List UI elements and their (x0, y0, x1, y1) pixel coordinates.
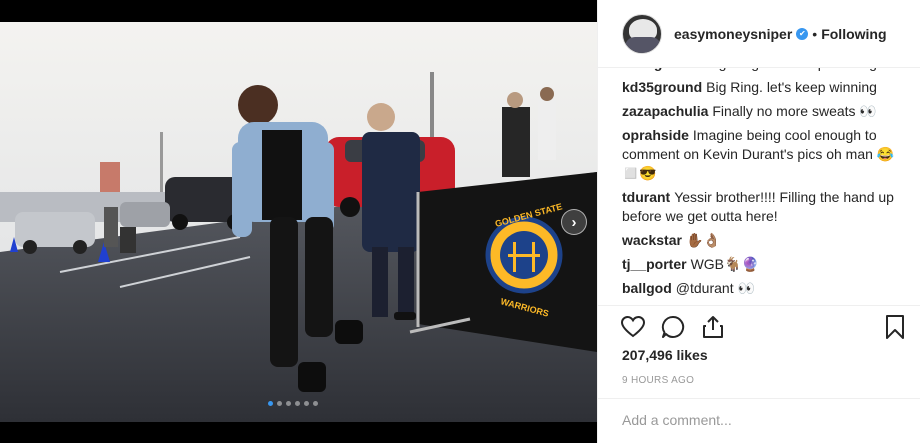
comment-item: wackstar ✋🏾👌🏽 (622, 231, 902, 250)
comment-item: kd35ground Big Ring. let's keep winning (622, 68, 902, 73)
comment-item: tdurant Yessir brother!!!! Filling the ha… (622, 188, 902, 226)
add-comment-input[interactable]: Add a comment... (598, 398, 920, 443)
comment-username[interactable]: oprahside (622, 127, 689, 143)
carousel-dot (304, 401, 309, 406)
bookmark-icon (886, 315, 904, 339)
heart-icon (621, 316, 645, 338)
following-button[interactable]: Following (821, 26, 886, 42)
separator-dot: • (812, 25, 818, 42)
comment-username[interactable]: kd35ground (622, 79, 702, 95)
author-username[interactable]: easymoneysniper (674, 26, 792, 42)
comment-text: @tdurant 👀 (675, 280, 755, 296)
likes-count[interactable]: 207,496 likes (622, 347, 708, 363)
verified-badge-icon: ✔ (796, 27, 809, 40)
actions-bar: 207,496 likes 9 HOURS AGO (598, 305, 920, 403)
comment-item: ballgod @tdurant 👀 (622, 279, 902, 298)
carousel-dot (313, 401, 318, 406)
carousel-dot (295, 401, 300, 406)
comment-text: Big Ring. let's keep winning (706, 68, 877, 71)
comment-text: Big Ring. let's keep winning (706, 79, 877, 95)
comment-username[interactable]: wackstar (622, 232, 682, 248)
comment-text: WGB🐐🔮 (690, 256, 759, 272)
comment-button[interactable] (660, 314, 686, 340)
carousel-indicator (268, 401, 318, 406)
share-button[interactable] (700, 314, 726, 340)
like-button[interactable] (620, 314, 646, 340)
save-button[interactable] (883, 314, 907, 340)
post-sidebar: easymoneysniper ✔ • Following kd35ground… (597, 0, 920, 443)
comment-username[interactable]: tj__porter (622, 256, 687, 272)
comment-username[interactable]: kd35ground (622, 68, 702, 71)
comment-text: Finally no more sweats 👀 (712, 103, 877, 119)
share-icon (703, 316, 723, 338)
comments-list[interactable]: kd35groundBig Ring. let's keep winningkd… (622, 68, 902, 304)
comment-username[interactable]: ballgod (622, 280, 672, 296)
comment-item: kd35groundBig Ring. let's keep winning (622, 78, 902, 97)
comment-item: tj__porter WGB🐐🔮 (622, 255, 902, 274)
comment-username[interactable]: tdurant (622, 189, 670, 205)
post-header: easymoneysniper ✔ • Following (598, 0, 920, 68)
post-timestamp[interactable]: 9 HOURS AGO (622, 375, 694, 386)
carousel-dot (277, 401, 282, 406)
comment-text: ✋🏾👌🏽 (685, 232, 721, 248)
post-photo[interactable]: GOLDEN STATE WARRIORS (0, 22, 597, 422)
carousel-dot (268, 401, 273, 406)
carousel-next-button[interactable]: › (561, 209, 587, 235)
avatar[interactable] (622, 13, 662, 54)
comment-item: oprahside Imagine being cool enough to co… (622, 126, 902, 183)
chevron-right-icon: › (571, 213, 577, 231)
comment-username[interactable]: zazapachulia (622, 103, 708, 119)
comment-icon (661, 315, 685, 338)
carousel-dot (286, 401, 291, 406)
photo-panel: GOLDEN STATE WARRIORS › (0, 0, 597, 443)
comment-item: zazapachulia Finally no more sweats 👀 (622, 102, 902, 121)
